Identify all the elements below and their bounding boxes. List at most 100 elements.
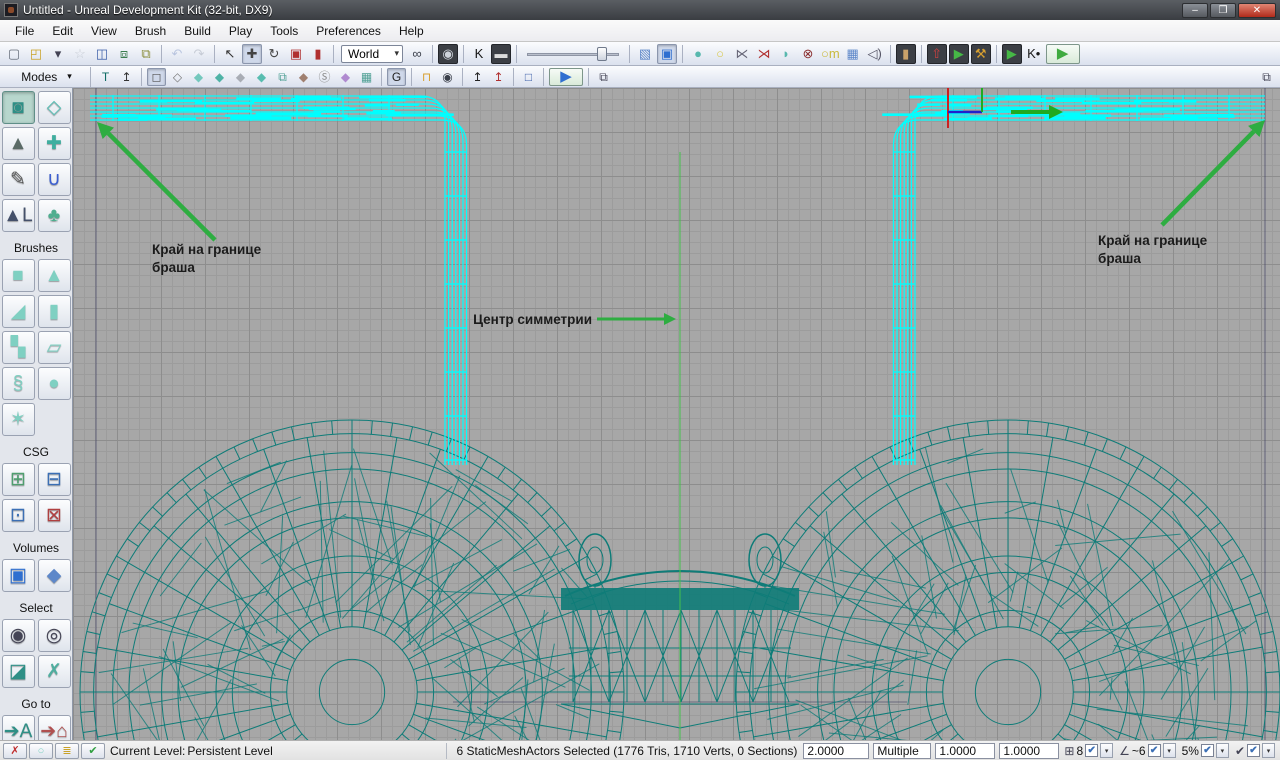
save-all[interactable]: ⧉ (136, 44, 156, 64)
brush-volumetric[interactable]: ✶ (2, 403, 35, 436)
camera-mode[interactable]: ◙ (2, 91, 35, 124)
matinee[interactable]: ▬ (491, 44, 511, 64)
brush-spiral-staircase[interactable]: § (2, 367, 35, 400)
play-in-editor-monitor[interactable]: ▶ (1002, 44, 1022, 64)
toggle-lights[interactable]: ○ (710, 44, 730, 64)
terrain-mode[interactable]: ▲ (2, 127, 35, 160)
game-view[interactable]: G (387, 68, 406, 86)
maximize-button[interactable]: ❐ (1210, 3, 1236, 18)
texture-align-mode[interactable]: ✚ (38, 127, 71, 160)
float-viewport[interactable]: ⧉ (594, 68, 613, 86)
viewmode-shader-complexity[interactable]: Ⓢ (315, 68, 334, 86)
viewmode-unlit[interactable]: ◆ (189, 68, 208, 86)
viewmode-lighting-only[interactable]: ◆ (252, 68, 271, 86)
bone-socket-b[interactable]: ⋊ (754, 44, 774, 64)
minimize-button[interactable]: – (1182, 3, 1208, 18)
build-lighting[interactable]: ○ (29, 743, 53, 759)
drawscale-field[interactable]: 2.0000 (803, 743, 869, 759)
viewmode-wireframe[interactable]: ◇ (168, 68, 187, 86)
csg-add[interactable]: ⊞ (2, 463, 35, 496)
brush-cube[interactable]: ■ (2, 259, 35, 292)
bone-socket-a[interactable]: ⋉ (732, 44, 752, 64)
play-this-viewport[interactable]: ▶ (549, 68, 583, 86)
device-settings[interactable]: ⚒ (971, 44, 991, 64)
brush-linear-staircase[interactable]: ▚ (2, 331, 35, 364)
menu-view[interactable]: View (82, 22, 126, 40)
deselect-all[interactable]: ✗ (38, 655, 71, 688)
realtime-preview[interactable]: ◉ (438, 68, 457, 86)
drawscale3d-y-field[interactable]: 1.0000 (999, 743, 1059, 759)
geometry-edit-mode[interactable]: ✎ (2, 163, 35, 196)
show-brush-polys[interactable]: ▧ (635, 44, 655, 64)
mobile-previewer[interactable]: ▮ (896, 44, 916, 64)
deploy-to-device[interactable]: ⇧ (927, 44, 947, 64)
invert-selection[interactable]: ◪ (2, 655, 35, 688)
mesh-paint-mode[interactable]: ∪ (38, 163, 71, 196)
viewmode-detail-lighting[interactable]: ◆ (231, 68, 250, 86)
build-status-ok[interactable]: ✔ (81, 743, 105, 759)
csg-deintersect[interactable]: ⊠ (38, 499, 71, 532)
build-paths[interactable]: ≣ (55, 743, 79, 759)
show-selected-only[interactable]: ◉ (2, 619, 35, 652)
viewmode-brush-wireframe[interactable]: ◻ (147, 68, 166, 86)
decals-toggle[interactable]: ◗ (776, 44, 796, 64)
menu-preferences[interactable]: Preferences (307, 22, 390, 40)
foliage-mode[interactable]: ♣ (38, 199, 71, 232)
prefab-edit[interactable]: ⊗ (798, 44, 818, 64)
viewport[interactable]: Край на границебрашаКрай на границебраша… (73, 88, 1280, 740)
search-actors[interactable]: ∞ (407, 44, 427, 64)
maya-navigation[interactable]: ↥ (117, 68, 136, 86)
autosave-interval-checkbox[interactable]: ✔ (1247, 744, 1260, 757)
viewmode-lit[interactable]: ◆ (210, 68, 229, 86)
add-volume[interactable]: ▣ (2, 559, 35, 592)
title-bar[interactable]: Untitled - Unreal Development Kit (32-bi… (0, 0, 1280, 20)
play-in-editor[interactable]: ▶ (1046, 44, 1080, 64)
drag-grid-dropdown[interactable]: ▾ (1100, 743, 1113, 758)
menu-edit[interactable]: Edit (43, 22, 82, 40)
volume-cube[interactable]: ◆ (38, 559, 71, 592)
possess-player[interactable]: ↥ (489, 68, 508, 86)
goto-builder-brush[interactable]: ➔⌂ (38, 715, 71, 740)
hide-selected[interactable]: ◎ (38, 619, 71, 652)
favorites[interactable]: ☆ (70, 44, 90, 64)
demote-player[interactable]: ↥ (468, 68, 487, 86)
rotate-widget[interactable]: ↻ (264, 44, 284, 64)
brush-cone[interactable]: ▲ (38, 259, 71, 292)
scale-widget[interactable]: ▣ (286, 44, 306, 64)
viewmode-texture-density[interactable]: ◆ (294, 68, 313, 86)
menu-play[interactable]: Play (220, 22, 261, 40)
close-button[interactable]: ✕ (1238, 3, 1276, 18)
translate-widget[interactable]: ✚ (242, 44, 262, 64)
rotation-grid-dropdown[interactable]: ▾ (1163, 743, 1176, 758)
scale-nonuniform-widget[interactable]: ▮ (308, 44, 328, 64)
menu-build[interactable]: Build (175, 22, 220, 40)
scale-snap-dropdown[interactable]: ▾ (1216, 743, 1229, 758)
kismet-debug[interactable]: K• (1024, 44, 1044, 64)
viewport-type-label[interactable]: T (96, 68, 115, 86)
maximize-viewport[interactable]: ⧉ (1257, 68, 1276, 86)
audio-toggle[interactable]: ◁) (865, 44, 885, 64)
brush-curved-staircase[interactable]: ◢ (2, 295, 35, 328)
camera-speed-slider[interactable] (527, 46, 619, 62)
scale-snap-checkbox[interactable]: ✔ (1201, 744, 1214, 757)
viewmode-light-complexity[interactable]: ⧉ (273, 68, 292, 86)
modes-header[interactable]: Modes ▾ (3, 67, 91, 87)
new-map[interactable]: ▢ (4, 44, 24, 64)
menu-tools[interactable]: Tools (261, 22, 307, 40)
drawscale3d-x-field[interactable]: 1.0000 (935, 743, 995, 759)
save-current-level[interactable]: ◫ (92, 44, 112, 64)
save-all-levels[interactable]: ⧈ (114, 44, 134, 64)
socket-snapping[interactable]: ● (688, 44, 708, 64)
csg-subtract[interactable]: ⊟ (38, 463, 71, 496)
select-translate[interactable]: ↖ (220, 44, 240, 64)
safe-frames[interactable]: □ (519, 68, 538, 86)
open-map[interactable]: ◰ (26, 44, 46, 64)
texture-density-stats[interactable]: ▦ (843, 44, 863, 64)
viewmode-reflections[interactable]: ▦ (357, 68, 376, 86)
play-on-device[interactable]: ▶ (949, 44, 969, 64)
redo[interactable]: ↷ (189, 44, 209, 64)
drag-grid-checkbox[interactable]: ✔ (1085, 744, 1098, 757)
geometry-mode[interactable]: ◇ (38, 91, 71, 124)
brush-cylinder[interactable]: ▮ (38, 295, 71, 328)
rotation-grid-checkbox[interactable]: ✔ (1148, 744, 1161, 757)
